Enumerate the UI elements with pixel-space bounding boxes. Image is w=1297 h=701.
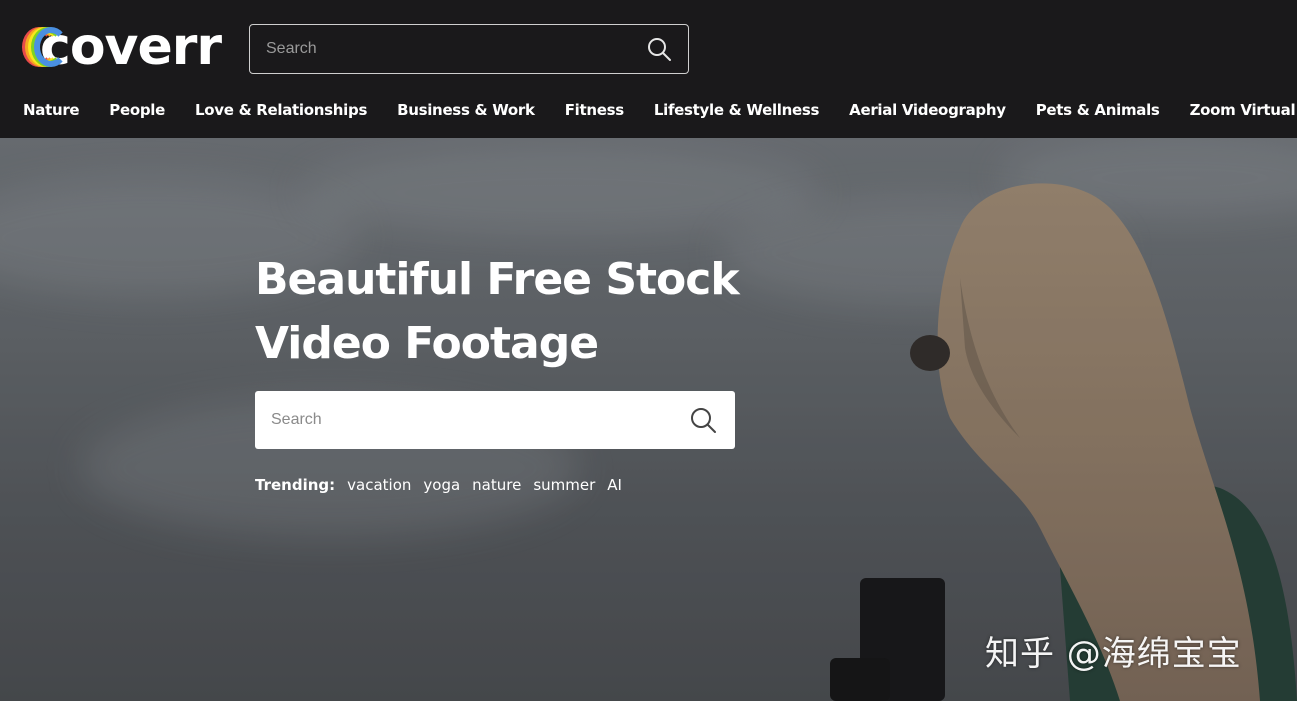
hero-title: Beautiful Free Stock Video Footage	[255, 248, 775, 376]
nav-item-zoom-backgrounds[interactable]: Zoom Virtual Backgrounds	[1190, 101, 1297, 119]
coverr-logo[interactable]: coverr	[22, 21, 222, 73]
top-header: coverr Nature People Love & Relationship…	[0, 0, 1297, 138]
trending-label: Trending:	[255, 476, 336, 494]
hero-section: Beautiful Free Stock Video Footage Trend…	[0, 138, 1297, 701]
header-search-box[interactable]	[249, 24, 689, 74]
hero-title-line2: Video Footage	[255, 318, 599, 369]
nav-item-nature[interactable]: Nature	[23, 101, 80, 119]
header-search-input[interactable]	[266, 40, 646, 58]
nav-item-people[interactable]: People	[109, 101, 165, 119]
hero-title-line1: Beautiful Free Stock	[255, 254, 740, 305]
hero-search-input[interactable]	[271, 411, 689, 429]
nav-item-business-work[interactable]: Business & Work	[397, 101, 535, 119]
nav-item-pets-animals[interactable]: Pets & Animals	[1036, 101, 1160, 119]
nav-item-lifestyle-wellness[interactable]: Lifestyle & Wellness	[654, 101, 820, 119]
hero-search-box[interactable]	[255, 391, 735, 449]
trending-tag-summer[interactable]: summer	[533, 476, 595, 494]
trending-tag-yoga[interactable]: yoga	[423, 476, 460, 494]
trending-tag-nature[interactable]: nature	[472, 476, 521, 494]
trending-tag-vacation[interactable]: vacation	[347, 476, 411, 494]
search-icon[interactable]	[689, 406, 717, 434]
logo-rings-icon	[22, 27, 68, 67]
trending-tags: Trending: vacation yoga nature summer AI	[255, 476, 634, 494]
zhihu-watermark: 知乎 @海绵宝宝	[985, 634, 1242, 674]
nav-item-fitness[interactable]: Fitness	[565, 101, 624, 119]
nav-item-love-relationships[interactable]: Love & Relationships	[195, 101, 367, 119]
search-icon[interactable]	[646, 36, 672, 62]
nav-item-aerial-videography[interactable]: Aerial Videography	[849, 101, 1006, 119]
trending-tag-ai[interactable]: AI	[607, 476, 622, 494]
category-nav: Nature People Love & Relationships Busin…	[0, 92, 1297, 128]
